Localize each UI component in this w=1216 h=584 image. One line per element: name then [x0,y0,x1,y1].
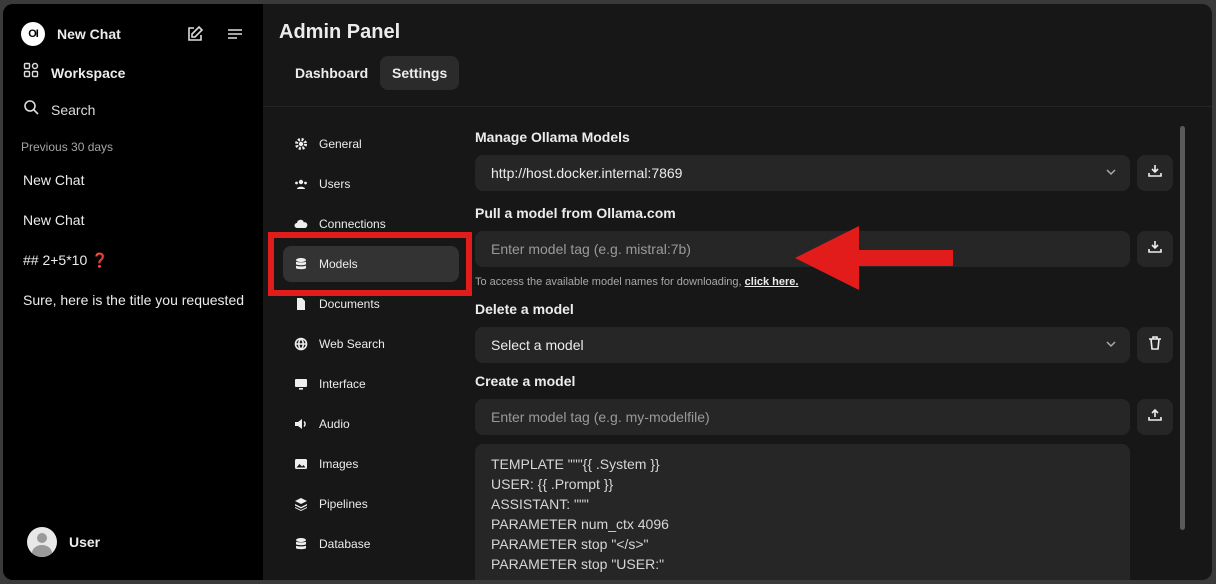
manage-models-label: Manage Ollama Models [475,129,630,145]
document-icon [293,297,309,311]
nav-label: Database [319,537,371,551]
new-chat-button[interactable]: OI New Chat [21,22,121,46]
modelfile-line: PARAMETER num_ctx 4096 [491,516,669,532]
workspace-label: Workspace [51,64,126,81]
tab-dashboard[interactable]: Dashboard [283,56,380,90]
workspace-link[interactable]: Workspace [23,62,125,83]
modelfile-line: PARAMETER stop "</s>" [491,536,649,552]
compose-icon[interactable] [184,23,206,45]
modelfile-textarea[interactable]: TEMPLATE """{{ .System }} USER: {{ .Prom… [475,444,1130,580]
monitor-icon [293,377,309,391]
modelfile-line: PARAMETER stop "USER:" [491,556,665,572]
nav-users[interactable]: Users [283,166,459,202]
search-button[interactable]: Search [23,99,95,120]
create-model-label: Create a model [475,373,576,389]
pull-model-button[interactable] [1137,231,1173,267]
nav-label: Connections [319,217,386,231]
tab-settings[interactable]: Settings [380,56,460,90]
database-icon [293,537,309,551]
annotation-highlight-box [268,232,472,296]
workspace-icon [23,62,39,83]
image-icon [293,457,309,471]
nav-label: Images [319,457,359,471]
ollama-url-select[interactable]: http://host.docker.internal:7869 [475,155,1130,191]
nav-images[interactable]: Images [283,446,459,482]
trash-icon [1147,335,1163,356]
chat-item[interactable]: ## 2+5*10 ❓ [23,252,245,269]
app-window: OI New Chat Workspace Search Previous 30… [3,4,1212,580]
chevron-down-icon [1104,337,1118,354]
create-model-input[interactable]: Enter model tag (e.g. my-modelfile) [475,399,1130,435]
scrollbar[interactable] [1180,126,1185,530]
user-name: User [69,534,101,550]
modelfile-line: ASSISTANT: """ [491,496,589,512]
user-menu[interactable]: User [27,527,100,557]
page-title: Admin Panel [279,21,401,43]
delete-model-label: Delete a model [475,301,574,317]
speaker-icon [293,417,309,431]
nav-database[interactable]: Database [283,526,459,562]
history-section-label: Previous 30 days [21,140,114,154]
new-chat-label: New Chat [57,26,121,42]
pull-model-label: Pull a model from Ollama.com [475,205,676,221]
chevron-down-icon [1104,165,1118,182]
modelfile-line: USER: {{ .Prompt }} [491,476,614,492]
search-label: Search [51,101,96,118]
click-here-link[interactable]: click here. [745,276,799,288]
hint-text: To access the available model names for … [475,276,745,288]
delete-model-button[interactable] [1137,327,1173,363]
nav-label: Audio [319,417,350,431]
delete-model-value: Select a model [491,337,584,353]
pull-model-hint: To access the available model names for … [475,276,798,288]
nav-label: Users [319,177,351,191]
chat-item[interactable]: New Chat [23,172,245,188]
cloud-icon [293,217,309,231]
annotation-arrow-icon [795,226,953,290]
sidebar: OI New Chat Workspace Search Previous 30… [3,4,263,580]
app-logo: OI [21,22,45,46]
chat-item[interactable]: Sure, here is the title you requested [23,292,245,308]
download-icon [1147,163,1163,184]
avatar [27,527,57,557]
nav-label: Pipelines [319,497,368,511]
header-divider [263,106,1212,107]
upload-icon [1147,407,1163,428]
nav-general[interactable]: General [283,126,459,162]
chat-item[interactable]: New Chat [23,212,245,228]
modelfile-line: TEMPLATE """{{ .System }} [491,456,660,472]
nav-pipelines[interactable]: Pipelines [283,486,459,522]
nav-interface[interactable]: Interface [283,366,459,402]
update-models-button[interactable] [1137,155,1173,191]
upload-model-button[interactable] [1137,399,1173,435]
ollama-url-value: http://host.docker.internal:7869 [491,165,683,181]
nav-web-search[interactable]: Web Search [283,326,459,362]
menu-icon[interactable] [224,23,246,45]
delete-model-select[interactable]: Select a model [475,327,1130,363]
nav-label: Web Search [319,337,385,351]
gear-icon [293,137,309,151]
download-icon [1147,239,1163,260]
layers-icon [293,497,309,511]
nav-label: Interface [319,377,366,391]
globe-icon [293,337,309,351]
search-icon [23,99,39,120]
users-icon [293,177,309,191]
nav-audio[interactable]: Audio [283,406,459,442]
nav-label: General [319,137,362,151]
nav-label: Documents [319,297,380,311]
